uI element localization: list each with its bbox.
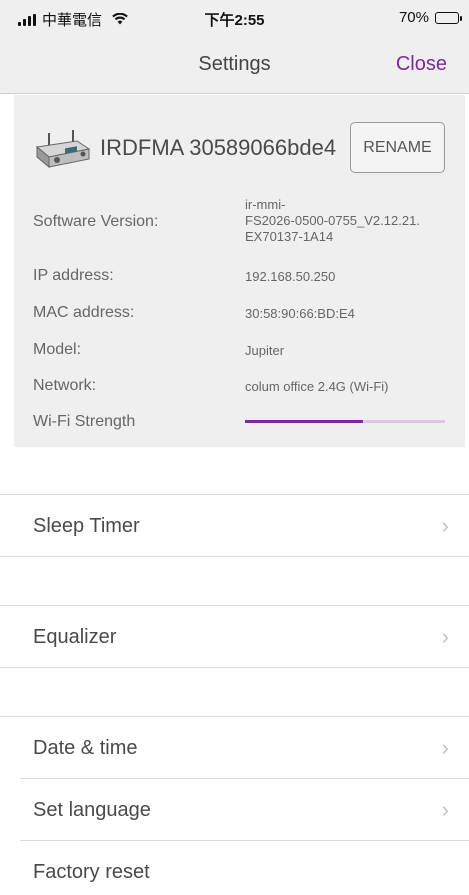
device-name: IRDFMA 30589066bde4 <box>100 135 337 160</box>
menu-item-factory-reset[interactable]: Factory reset <box>0 842 469 895</box>
wifi-strength-label: Wi-Fi Strength <box>33 413 136 430</box>
divider <box>0 667 469 668</box>
software-version-line: EX70137-1A14 <box>245 229 334 244</box>
wifi-strength-fill <box>245 420 363 423</box>
divider <box>20 840 469 841</box>
divider <box>20 778 469 779</box>
close-button[interactable]: Close <box>396 53 447 76</box>
menu-item-equalizer[interactable]: Equalizer › <box>0 607 469 667</box>
network-value: colum office 2.4G (Wi-Fi) <box>245 379 389 394</box>
software-version-line: ir-mmi- <box>245 197 286 212</box>
mac-address-value: 30:58:90:66:BD:E4 <box>245 306 355 321</box>
menu-item-label: Equalizer <box>33 626 117 648</box>
menu-item-label: Sleep Timer <box>33 515 140 537</box>
chevron-right-icon: › <box>441 513 449 538</box>
status-right: 70% <box>398 9 462 26</box>
status-bar: 中華電信 下午2:55 70% <box>0 0 469 34</box>
device-info-card: IRDFMA 30589066bde4 RENAME Software Vers… <box>14 95 465 447</box>
menu-item-set-language[interactable]: Set language › <box>0 780 469 840</box>
wifi-strength-bar <box>245 420 445 423</box>
battery-icon <box>435 11 462 24</box>
mac-address-label: MAC address: <box>33 304 135 321</box>
chevron-right-icon: › <box>441 797 449 822</box>
chevron-right-icon: › <box>441 735 449 760</box>
rename-button[interactable]: RENAME <box>350 122 445 173</box>
menu-item-sleep-timer[interactable]: Sleep Timer › <box>0 496 469 556</box>
divider <box>0 605 469 606</box>
ip-address-label: IP address: <box>33 267 114 284</box>
network-label: Network: <box>33 377 97 394</box>
divider <box>0 494 469 495</box>
menu-item-label: Set language <box>33 799 151 821</box>
software-version-line: FS2026-0500-0755_V2.12.21. <box>245 213 420 228</box>
model-value: Jupiter <box>245 343 285 358</box>
model-label: Model: <box>33 341 82 358</box>
nav-bar: Settings Close <box>0 34 469 94</box>
software-version-label: Software Version: <box>33 213 159 230</box>
divider <box>0 716 469 717</box>
ip-address-value: 192.168.50.250 <box>245 269 336 284</box>
menu-item-label: Factory reset <box>33 861 150 883</box>
chevron-right-icon: › <box>441 624 449 649</box>
menu-item-date-time[interactable]: Date & time › <box>0 718 469 778</box>
radio-device-icon <box>35 130 91 169</box>
battery-percent: 70% <box>398 9 429 26</box>
software-version-value: ir-mmi- FS2026-0500-0755_V2.12.21. EX701… <box>245 197 420 245</box>
divider <box>0 556 469 557</box>
menu-item-label: Date & time <box>33 737 138 759</box>
